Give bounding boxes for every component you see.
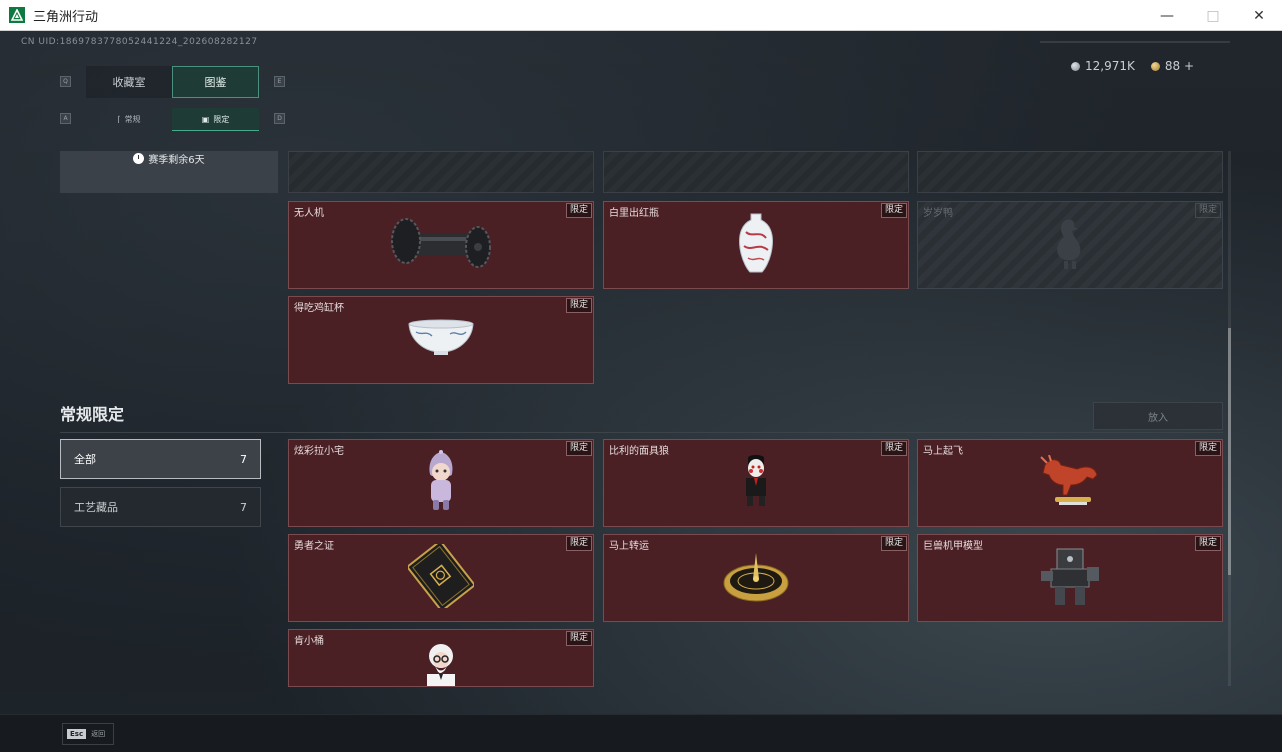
subtab-limited-label: 限定 bbox=[213, 114, 230, 124]
card-name: 巨兽机甲模型 bbox=[923, 541, 983, 552]
duck-icon bbox=[1050, 215, 1090, 275]
colonel-icon bbox=[421, 640, 461, 686]
back-label: 返回 bbox=[91, 730, 106, 738]
puppet-icon bbox=[739, 454, 773, 512]
collection-card-doll[interactable]: 炫彩拉小宅 限定 bbox=[288, 439, 594, 527]
back-button[interactable]: Esc 返回 bbox=[62, 723, 114, 745]
horse-icon bbox=[1037, 454, 1103, 511]
app-logo-icon bbox=[9, 7, 25, 23]
uid-label: CN UID:1869783778052441224_202608282127 bbox=[21, 37, 258, 47]
collection-card-cup[interactable]: 得吃鸡缸杯 限定 bbox=[288, 296, 594, 384]
silver-value: 12,971K bbox=[1085, 59, 1135, 73]
filter-all[interactable]: 全部 7 bbox=[60, 439, 261, 479]
scrollbar[interactable] bbox=[1228, 151, 1231, 686]
collection-card-compass[interactable]: 马上转运 限定 bbox=[603, 534, 909, 622]
filter-count: 7 bbox=[240, 452, 247, 466]
tab-catalog[interactable]: 图鉴 bbox=[172, 66, 259, 98]
drone-icon bbox=[386, 211, 496, 279]
collection-card-colonel[interactable]: 肯小桶 限定 bbox=[288, 629, 594, 687]
collection-card-faded[interactable] bbox=[917, 151, 1223, 193]
key-hint-d: D bbox=[274, 113, 285, 124]
gold-currency[interactable]: 88 + bbox=[1150, 59, 1194, 73]
vase-icon bbox=[736, 212, 776, 278]
mech-icon bbox=[1037, 543, 1103, 613]
gold-value: 88 + bbox=[1164, 59, 1194, 73]
limited-badge: 限定 bbox=[565, 536, 592, 551]
limited-badge: 限定 bbox=[1194, 441, 1221, 456]
limited-badge: 限定 bbox=[565, 298, 592, 313]
card-name: 无人机 bbox=[294, 208, 324, 219]
scrollbar-thumb[interactable] bbox=[1228, 328, 1231, 575]
filter-count: 7 bbox=[240, 500, 247, 514]
filter-label: 工艺藏品 bbox=[74, 501, 118, 514]
card-name: 马上转运 bbox=[609, 541, 649, 552]
collection-card-horse[interactable]: 马上起飞 限定 bbox=[917, 439, 1223, 527]
window-title: 三角洲行动 bbox=[33, 9, 99, 25]
collection-card-vase[interactable]: 白里出红瓶 限定 bbox=[603, 201, 909, 289]
card-name: 岁岁鸭 bbox=[923, 208, 953, 219]
currency-bar: 12,971K 88 + bbox=[1071, 59, 1194, 73]
tab-collection-room[interactable]: 收藏室 bbox=[86, 66, 172, 98]
doll-icon bbox=[424, 450, 458, 516]
maximize-button[interactable]: □ bbox=[1190, 0, 1236, 31]
collection-card-faded[interactable] bbox=[603, 151, 909, 193]
key-hint-e: E bbox=[274, 76, 285, 87]
limited-badge: 限定 bbox=[565, 631, 592, 646]
cup-icon bbox=[406, 318, 476, 362]
filter-crafts[interactable]: 工艺藏品 7 bbox=[60, 487, 261, 527]
card-name: 白里出红瓶 bbox=[609, 208, 659, 219]
limited-badge: 限定 bbox=[565, 203, 592, 218]
clock-icon bbox=[133, 152, 145, 164]
card-name: 炫彩拉小宅 bbox=[294, 446, 344, 457]
window-titlebar: 三角洲行动 — □ ✕ bbox=[0, 0, 1282, 31]
limited-badge: 限定 bbox=[1194, 203, 1221, 218]
put-in-button[interactable]: 放入 bbox=[1093, 402, 1223, 430]
silver-coin-icon bbox=[1071, 61, 1080, 71]
key-hint-a: A bbox=[60, 113, 71, 124]
collection-card-faded[interactable] bbox=[288, 151, 594, 193]
season-timer-panel: 赛季剩余6天 bbox=[60, 151, 278, 193]
card-name: 肯小桶 bbox=[294, 636, 324, 647]
esc-key-icon: Esc bbox=[67, 729, 87, 739]
minimize-button[interactable]: — bbox=[1144, 0, 1190, 31]
bottom-bar: Esc 返回 bbox=[0, 714, 1282, 752]
collection-card-duck[interactable]: 岁岁鸭 限定 bbox=[917, 201, 1223, 289]
gold-coin-icon bbox=[1150, 61, 1160, 71]
limited-badge: 限定 bbox=[1194, 536, 1221, 551]
collection-card-drone[interactable]: 无人机 限定 bbox=[288, 201, 594, 289]
game-viewport: CN UID:1869783778052441224_202608282127 … bbox=[0, 31, 1282, 752]
silver-currency: 12,971K bbox=[1071, 59, 1135, 73]
key-hint-q: Q bbox=[60, 76, 71, 87]
card-icon bbox=[407, 540, 475, 612]
collection-card-badge[interactable]: 勇者之证 限定 bbox=[288, 534, 594, 622]
card-name: 得吃鸡缸杯 bbox=[294, 303, 344, 314]
limited-badge: 限定 bbox=[880, 441, 907, 456]
card-name: 比利的面具狼 bbox=[609, 446, 669, 457]
limited-badge: 限定 bbox=[880, 203, 907, 218]
compass-icon bbox=[722, 549, 790, 607]
gallery-icon: ▣ bbox=[201, 114, 210, 124]
section-title: 常规限定 bbox=[60, 405, 125, 424]
close-button[interactable]: ✕ bbox=[1236, 0, 1282, 31]
limited-badge: 限定 bbox=[880, 536, 907, 551]
collection-card-puppet[interactable]: 比利的面具狼 限定 bbox=[603, 439, 909, 527]
subtab-limited[interactable]: ▣ 限定 bbox=[172, 108, 259, 131]
card-name: 马上起飞 bbox=[923, 446, 963, 457]
card-name: 勇者之证 bbox=[294, 541, 334, 552]
section-divider bbox=[60, 432, 1223, 433]
limited-badge: 限定 bbox=[565, 441, 592, 456]
filter-label: 全部 bbox=[74, 453, 96, 466]
subtab-regular[interactable]: ⌈ 常规 bbox=[86, 108, 172, 131]
season-remaining-text: 赛季剩余6天 bbox=[148, 154, 205, 166]
collection-card-mech[interactable]: 巨兽机甲模型 限定 bbox=[917, 534, 1223, 622]
flame-icon: ⌈ bbox=[117, 115, 121, 124]
subtab-regular-label: 常规 bbox=[124, 115, 141, 124]
top-decor-line bbox=[1040, 41, 1230, 43]
